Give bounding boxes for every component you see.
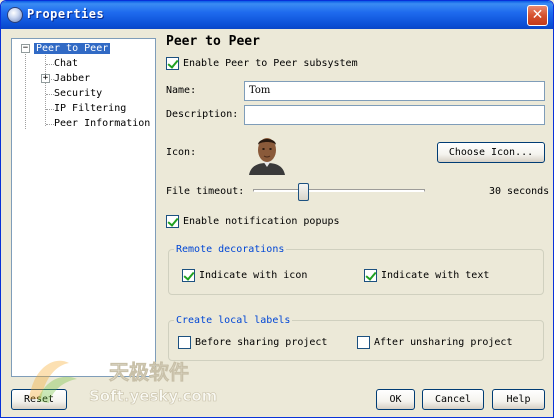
file-timeout-label: File timeout: [166,186,245,197]
notification-popups-checkbox[interactable] [166,215,179,228]
cancel-button[interactable]: Cancel [422,389,484,410]
notification-popups-label: Enable notification popups [183,216,340,227]
indicate-icon-label: Indicate with icon [199,270,308,281]
file-timeout-slider-track[interactable] [253,189,425,192]
user-avatar [245,133,289,175]
tree-connector [25,51,26,129]
expand-icon[interactable]: + [41,74,50,83]
app-icon [7,7,23,23]
tree-item-label: Peer to Peer [34,43,111,54]
help-button[interactable]: Help [492,389,545,410]
collapse-icon[interactable]: − [21,44,30,53]
tree-item-label: Security [54,88,103,99]
tree-item-jabber[interactable]: Jabber [52,72,92,86]
tree-item-label: IP Filtering [54,103,127,114]
enable-p2p-checkbox[interactable] [166,57,179,70]
category-tree[interactable]: − Peer to Peer Chat + Jabber Security IP… [11,38,156,377]
watermark-site-text: Soft.yesky.com [89,387,217,405]
tree-item-peer-to-peer[interactable]: Peer to Peer [34,42,111,56]
tree-connector [45,51,46,126]
enable-p2p-label: Enable Peer to Peer subsystem [183,58,358,69]
tree-item-ip-filtering[interactable]: IP Filtering [52,102,128,116]
after-unsharing-label: After unsharing project [374,337,513,348]
tree-item-label: Jabber [54,73,91,84]
tree-item-label: Peer Information [54,118,151,129]
ok-button[interactable]: OK [376,389,415,410]
tree-item-label: Chat [54,58,79,69]
name-field[interactable]: Tom [244,81,545,101]
title-bar[interactable]: Properties ✕ [1,1,553,29]
before-sharing-label: Before sharing project [195,337,328,348]
file-timeout-slider-thumb[interactable] [298,183,310,201]
indicate-text-checkbox[interactable] [364,269,377,282]
before-sharing-checkbox[interactable] [178,336,191,349]
tree-item-security[interactable]: Security [52,87,104,101]
icon-label: Icon: [166,147,197,158]
name-label: Name: [166,85,197,96]
description-field[interactable] [244,105,545,125]
choose-icon-button[interactable]: Choose Icon... [437,142,545,163]
properties-window: Properties ✕ − Peer to Peer Chat + Jabbe… [0,0,554,418]
page-title: Peer to Peer [166,34,260,49]
tree-item-chat[interactable]: Chat [52,57,80,71]
after-unsharing-checkbox[interactable] [357,336,370,349]
remote-decorations-title: Remote decorations [174,244,287,255]
file-timeout-value: 30 seconds [489,186,550,197]
local-labels-title: Create local labels [174,315,293,326]
indicate-text-label: Indicate with text [381,270,490,281]
tree-item-peer-information[interactable]: Peer Information [52,117,152,131]
description-label: Description: [166,109,239,120]
close-button[interactable]: ✕ [527,5,548,26]
indicate-icon-checkbox[interactable] [182,269,195,282]
reset-button[interactable]: Reset [11,389,67,410]
window-title: Properties [27,7,105,21]
